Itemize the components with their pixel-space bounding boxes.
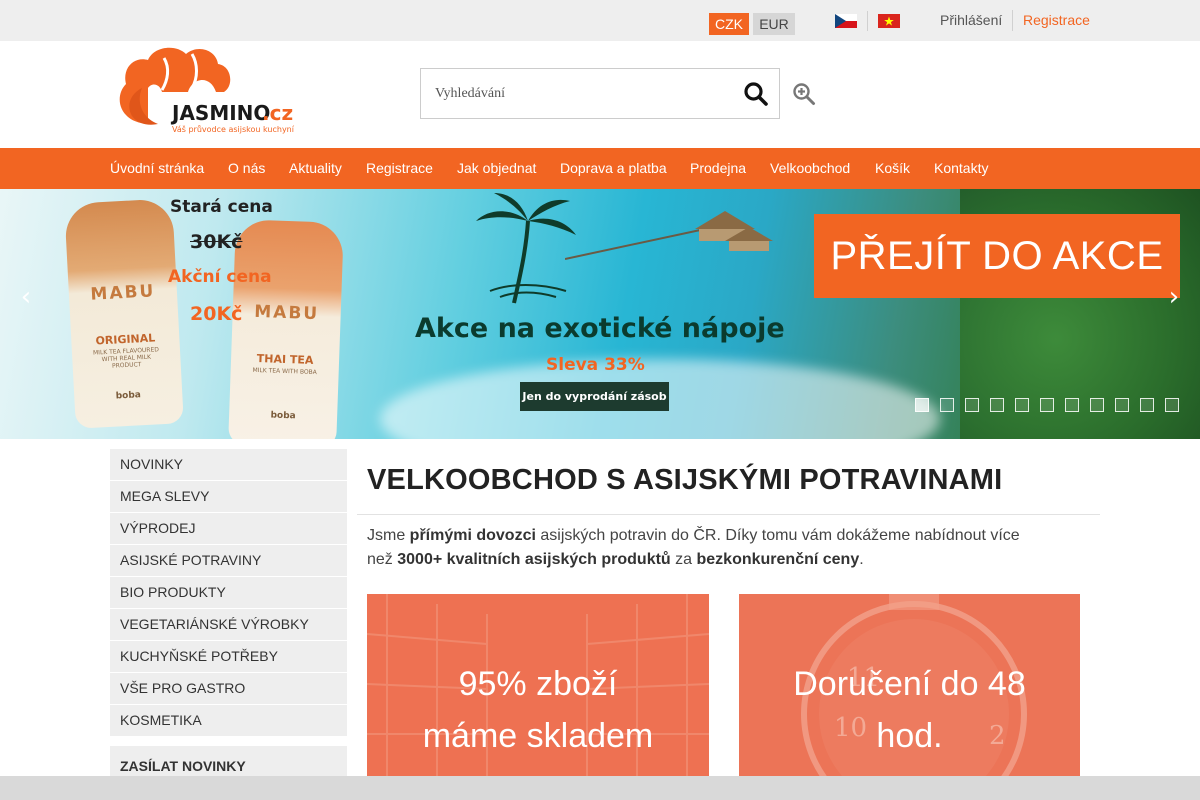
tile-line: hod. [876, 717, 943, 755]
chevron-left-icon[interactable]: ‹ [14, 284, 38, 310]
pier-bungalows [565, 211, 773, 260]
bottle-boba-logo: boba [115, 390, 142, 402]
product-bottle-original: MABU ORIGINAL MILK TEA FLAVOURED WITH RE… [64, 198, 184, 429]
go-to-sale-button[interactable]: PŘEJÍT DO AKCE [814, 214, 1180, 298]
bottle-brand: MABU [90, 281, 156, 305]
intro-highlight: bezkonkurenční ceny [696, 551, 860, 568]
search-input[interactable] [421, 69, 731, 118]
search-box [420, 68, 780, 119]
slider-dot[interactable] [1165, 398, 1179, 412]
nav-item-contacts[interactable]: Kontakty [934, 160, 988, 176]
intro-part: Jsme [367, 527, 410, 544]
cs-flag-icon[interactable] [835, 14, 857, 28]
nav-item-news[interactable]: Aktuality [289, 160, 342, 176]
promo-discount: Sleva 33% [546, 355, 645, 375]
main-nav: Úvodní stránka O nás Aktuality Registrac… [0, 148, 1200, 189]
promo-title: Akce na exotické nápoje [415, 313, 785, 344]
slider-dot[interactable] [940, 398, 954, 412]
slider-dot[interactable] [1040, 398, 1054, 412]
sale-price-label: Akční cena [168, 267, 272, 287]
delivery-info-tile[interactable]: 10 2 11 Doručení do 48 hod. [739, 594, 1080, 776]
category-bio[interactable]: BIO PRODUKTY [110, 577, 347, 609]
nav-item-about[interactable]: O nás [228, 160, 265, 176]
nav-item-wholesale[interactable]: Velkoobchod [770, 160, 850, 176]
category-asian-food[interactable]: ASIJSKÉ POTRAVINY [110, 545, 347, 577]
slider-dot[interactable] [1140, 398, 1154, 412]
category-cosmetics[interactable]: KOSMETIKA [110, 705, 347, 737]
page-bottom-scrollbar [0, 776, 1200, 800]
palm-tree-icon [476, 193, 576, 304]
intro-part: . [859, 551, 864, 568]
title-divider [357, 514, 1100, 515]
slider-dot[interactable] [915, 398, 929, 412]
tile-text: 95% zboží máme skladem [367, 658, 709, 762]
intro-text: Jsme přímými dovozci asijských potravin … [367, 524, 1037, 572]
slider-dot[interactable] [1015, 398, 1029, 412]
old-price-label: Stará cena [170, 197, 273, 217]
sale-price: 20Kč [190, 303, 243, 325]
currency-eur-button[interactable]: EUR [753, 13, 795, 35]
intro-part: za [670, 551, 697, 568]
intro-highlight: přímými dovozci [409, 527, 536, 544]
login-divider [1012, 10, 1013, 31]
promo-banner[interactable]: MABU ORIGINAL MILK TEA FLAVOURED WITH RE… [0, 189, 1200, 439]
bottle-subtitle: MILK TEA WITH BOBA [252, 366, 317, 377]
top-bar: CZK EUR Přihlášení Registrace [0, 0, 1200, 41]
currency-czk-button[interactable]: CZK [709, 13, 749, 35]
vn-flag-icon[interactable] [878, 14, 900, 28]
search-icon[interactable] [743, 81, 769, 107]
nav-item-home[interactable]: Úvodní stránka [110, 160, 204, 176]
tile-line: máme skladem [422, 717, 654, 755]
stock-info-tile[interactable]: 95% zboží máme skladem [367, 594, 709, 776]
tile-line: Doručení do 48 [793, 665, 1026, 703]
slider-dot[interactable] [990, 398, 1004, 412]
category-sidebar: NOVINKY MEGA SLEVY VÝPRODEJ ASIJSKÉ POTR… [110, 449, 347, 737]
tile-text: Doručení do 48 hod. [739, 658, 1080, 762]
svg-text:Váš průvodce asijskou kuchyní: Váš průvodce asijskou kuchyní [172, 124, 295, 134]
slider-dot[interactable] [1065, 398, 1079, 412]
svg-text:JASMINO: JASMINO [170, 101, 270, 125]
svg-text:.cz: .cz [262, 101, 293, 125]
category-gastro[interactable]: VŠE PRO GASTRO [110, 673, 347, 705]
slider-dot[interactable] [965, 398, 979, 412]
slider-dot[interactable] [1115, 398, 1129, 412]
nav-item-shipping[interactable]: Doprava a platba [560, 160, 667, 176]
chevron-right-icon[interactable]: › [1162, 284, 1186, 310]
category-new[interactable]: NOVINKY [110, 449, 347, 481]
page-title: VELKOOBCHOD S ASIJSKÝMI POTRAVINAMI [367, 464, 1003, 496]
language-divider [867, 11, 868, 31]
bottle-name: THAI TEA [256, 351, 314, 367]
zoom-in-icon[interactable] [792, 82, 816, 106]
slider-dot[interactable] [1090, 398, 1104, 412]
category-mega-sale[interactable]: MEGA SLEVY [110, 481, 347, 513]
nav-item-registration[interactable]: Registrace [366, 160, 433, 176]
bottle-subtitle: MILK TEA FLAVOURED WITH REAL MILK PRODUC… [92, 346, 160, 370]
nav-item-cart[interactable]: Košík [875, 160, 910, 176]
product-bottle-thai-tea: MABU THAI TEA MILK TEA WITH BOBA boba [228, 219, 344, 439]
login-link[interactable]: Přihlášení [940, 12, 1002, 28]
promo-until-badge: Jen do vyprodání zásob [520, 382, 669, 411]
nav-item-how-to-order[interactable]: Jak objednat [457, 160, 536, 176]
bottle-boba-logo: boba [270, 410, 296, 422]
bottle-brand: MABU [253, 301, 320, 325]
tile-line: 95% zboží [458, 665, 618, 703]
register-link[interactable]: Registrace [1023, 12, 1090, 28]
old-price: 30Kč [190, 231, 243, 253]
intro-highlight: 3000+ kvalitních asijských produktů [397, 551, 671, 568]
category-kitchen[interactable]: KUCHYŇSKÉ POTŘEBY [110, 641, 347, 673]
nav-item-store[interactable]: Prodejna [690, 160, 746, 176]
category-vegetarian[interactable]: VEGETARIÁNSKÉ VÝROBKY [110, 609, 347, 641]
jasmino-logo[interactable]: JASMINO .cz Váš průvodce asijskou kuchyn… [112, 44, 298, 136]
category-clearance[interactable]: VÝPRODEJ [110, 513, 347, 545]
